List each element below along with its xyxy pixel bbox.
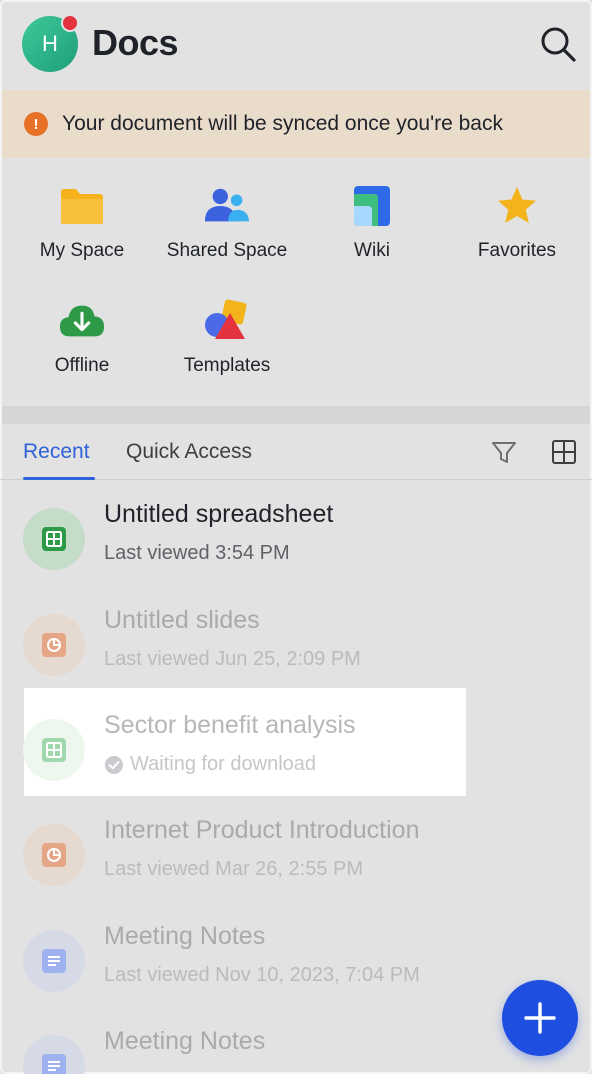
tile-wiki[interactable]: Wiki [299,182,445,262]
new-document-button[interactable] [502,980,578,1056]
file-subtitle: Last viewed Jun 25, 2:09 PM [104,648,361,670]
avatar-initial: H [42,31,58,56]
file-title: Untitled slides [104,606,260,634]
check-circle-icon [105,755,123,774]
file-type-badge [23,508,85,570]
warning-icon: ! [24,112,48,136]
download-status: Waiting for download [130,753,317,775]
tab-recent[interactable]: Recent [23,440,90,464]
quick-entry-grid: My Space Shared Space Wiki Favorites Off… [0,160,592,406]
file-subtitle: Last viewed 3:54 PM [104,542,290,564]
tile-label: Favorites [477,240,557,261]
wiki-icon [354,186,390,226]
file-title: Meeting Notes [104,922,266,950]
plus-icon [524,1002,556,1034]
file-title: Meeting Notes [104,1027,266,1055]
tile-label: Shared Space [166,240,288,261]
file-title: Untitled spreadsheet [104,500,334,528]
list-item[interactable]: Meeting Notes Last viewed Nov 10, 2023, … [0,908,592,1013]
tab-quick-access[interactable]: Quick Access [126,440,252,464]
tile-templates[interactable]: Templates [154,297,300,377]
spreadsheet-icon [42,527,66,551]
search-button[interactable] [536,22,580,66]
file-subtitle: Last viewed Mar 26, 2:55 PM [104,858,364,880]
file-type-badge [23,614,85,676]
top-bar: H Docs [0,0,592,90]
grid-view-icon [552,440,576,464]
tile-label: My Space [39,240,125,261]
notification-dot [61,14,79,32]
document-icon [42,1054,66,1074]
spreadsheet-icon [42,738,66,762]
tile-my-space[interactable]: My Space [9,182,155,262]
active-tab-indicator [23,477,95,480]
tile-label: Templates [183,355,271,376]
list-item[interactable]: Untitled spreadsheet Last viewed 3:54 PM [0,486,592,591]
list-item[interactable]: Internet Product Introduction Last viewe… [0,802,592,907]
search-icon [541,27,576,62]
tile-label: Offline [54,355,110,376]
page-title: Docs [92,22,179,63]
list-item[interactable]: Untitled slides Last viewed Jun 25, 2:09… [0,592,592,697]
slides-icon [42,633,66,657]
filter-button[interactable] [490,438,518,466]
slides-icon [42,843,66,867]
tile-shared-space[interactable]: Shared Space [154,182,300,262]
file-type-badge [23,1035,85,1074]
tab-bar: Recent Quick Access [0,424,592,480]
star-icon [498,187,536,223]
folder-icon [61,189,103,224]
filter-icon [492,442,516,463]
file-title: Sector benefit analysis [104,711,356,739]
grid-view-button[interactable] [550,438,578,466]
tile-offline[interactable]: Offline [9,297,155,377]
list-item[interactable]: Sector benefit analysis Waiting for down… [0,697,592,802]
file-subtitle: Last viewed Nov 10, 2023, 7:04 PM [104,964,420,986]
file-subtitle: Waiting for download [104,753,316,776]
file-type-badge [23,824,85,886]
document-icon [42,949,66,973]
cloud-download-icon [59,305,105,337]
file-type-badge [23,719,85,781]
tile-favorites[interactable]: Favorites [444,182,590,262]
section-divider [2,406,590,424]
file-type-badge [23,930,85,992]
sync-banner-text: Your document will be synced once you're… [62,112,503,135]
shapes-icon [205,299,247,339]
sync-banner: ! Your document will be synced once you'… [2,90,590,158]
file-title: Internet Product Introduction [104,816,420,844]
tile-label: Wiki [354,240,390,261]
people-icon [204,188,250,222]
